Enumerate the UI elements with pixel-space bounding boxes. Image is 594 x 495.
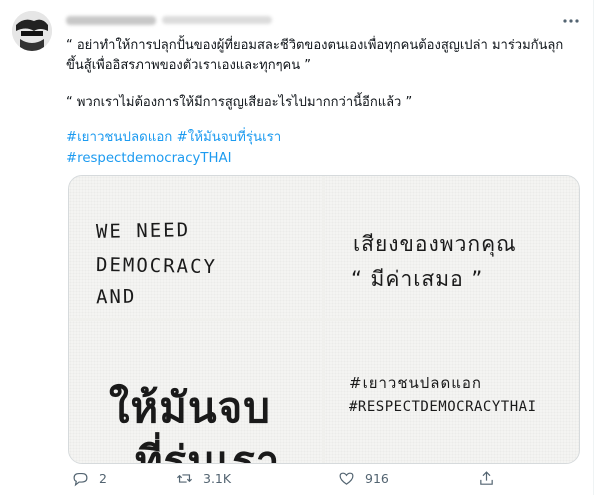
image2-line1: เสียงของพวกคุณ: [353, 232, 517, 256]
author-name-blurred[interactable]: [66, 15, 156, 25]
more-icon[interactable]: [560, 10, 582, 32]
media-image-4[interactable]: #เยาวชนปลดแอก #RESPECTDEMOCRACYTHAI: [325, 321, 579, 463]
tweet-header: [66, 11, 272, 29]
image4-line2: #RESPECTDEMOCRACYTHAI: [349, 399, 537, 415]
media-grid: WE NEED DEMOCRACY AND เสียงของพวกคุณ “ ม…: [68, 175, 580, 464]
share-button[interactable]: [478, 470, 495, 487]
image4-line1: #เยาวชนปลดแอก: [349, 374, 482, 392]
retweet-icon: [176, 474, 193, 483]
hashtags-line-1[interactable]: #เยาวชนปลดแอก #ให้มันจบที่รุ่นเรา: [66, 128, 281, 147]
tweet-actions: 2 3.1K 916: [66, 470, 506, 492]
avatar-image: [12, 11, 52, 51]
tweet-paragraph-1: “ อย่าทำให้การปลุกปั้นของผู้ที่ยอมสละชีว…: [66, 38, 564, 73]
retweet-count: 3.1K: [203, 471, 232, 486]
reply-icon: [73, 472, 88, 487]
media-image-1[interactable]: WE NEED DEMOCRACY AND: [69, 176, 322, 318]
reply-count: 2: [99, 471, 107, 486]
image1-line1: WE NEED: [95, 219, 191, 243]
avatar[interactable]: [12, 11, 52, 51]
media-image-2[interactable]: เสียงของพวกคุณ “ มีค่าเสมอ ”: [325, 176, 579, 318]
image2-line2: “ มีค่าเสมอ ”: [351, 267, 484, 291]
author-handle-blurred: [162, 16, 272, 24]
media-image-3[interactable]: ให้มันจบ ที่รุ่นเรา: [69, 321, 322, 463]
like-icon: [339, 472, 354, 485]
like-count: 916: [365, 471, 389, 486]
share-icon: [480, 471, 493, 485]
retweet-button[interactable]: 3.1K: [176, 470, 231, 487]
image1-line2: DEMOCRACY: [95, 253, 218, 279]
hashtags-line-2[interactable]: #respectdemocracyTHAI: [66, 149, 232, 168]
like-button[interactable]: 916: [338, 470, 389, 487]
tweet-paragraph-2: “ พวกเราไม่ต้องการให้มีการสูญเสียอะไรไปม…: [66, 95, 413, 110]
image3-line2: ที่รุ่นเรา: [135, 437, 281, 463]
image1-line3: AND: [95, 285, 137, 309]
reply-button[interactable]: 2: [72, 470, 107, 487]
